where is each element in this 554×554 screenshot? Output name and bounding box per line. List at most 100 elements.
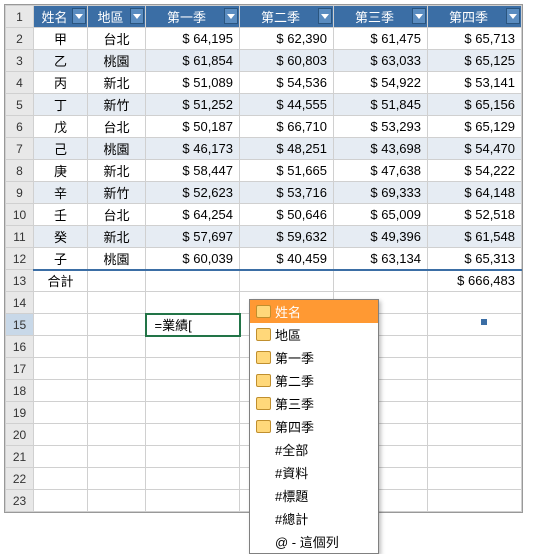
cell[interactable]: [88, 468, 146, 490]
cell-name[interactable]: 丁: [34, 94, 88, 116]
cell-name[interactable]: 甲: [34, 28, 88, 50]
cell-area[interactable]: 新北: [88, 72, 146, 94]
row-header[interactable]: 21: [6, 446, 34, 468]
table-resize-handle-icon[interactable]: [481, 319, 487, 325]
cell-q4[interactable]: $ 65,129: [428, 116, 522, 138]
cell-area[interactable]: 新北: [88, 160, 146, 182]
filter-dropdown-icon[interactable]: [506, 8, 520, 24]
cell[interactable]: [88, 270, 146, 292]
cell-q4[interactable]: $ 61,548: [428, 226, 522, 248]
cell[interactable]: [146, 358, 240, 380]
cell-q4[interactable]: $ 65,156: [428, 94, 522, 116]
ac-item-data[interactable]: #資料: [250, 461, 378, 484]
row-header[interactable]: 3: [6, 50, 34, 72]
cell-q3[interactable]: $ 69,333: [334, 182, 428, 204]
cell-q3[interactable]: $ 43,698: [334, 138, 428, 160]
row-header[interactable]: 17: [6, 358, 34, 380]
ac-item-name[interactable]: 姓名: [250, 300, 378, 323]
row-header[interactable]: 14: [6, 292, 34, 314]
cell-q1[interactable]: $ 52,623: [146, 182, 240, 204]
cell-q2[interactable]: $ 54,536: [240, 72, 334, 94]
cell[interactable]: [88, 380, 146, 402]
cell-q1[interactable]: $ 64,195: [146, 28, 240, 50]
row-header[interactable]: 15: [6, 314, 34, 336]
total-label[interactable]: 合計: [34, 270, 88, 292]
cell-name[interactable]: 己: [34, 138, 88, 160]
cell-q4[interactable]: $ 65,125: [428, 50, 522, 72]
cell[interactable]: [34, 446, 88, 468]
row-header[interactable]: 19: [6, 402, 34, 424]
row-header[interactable]: 22: [6, 468, 34, 490]
cell-q1[interactable]: $ 64,254: [146, 204, 240, 226]
cell[interactable]: [428, 314, 522, 336]
cell-q3[interactable]: $ 51,845: [334, 94, 428, 116]
filter-dropdown-icon[interactable]: [412, 8, 426, 24]
cell-q3[interactable]: $ 63,134: [334, 248, 428, 270]
ac-item-q1[interactable]: 第一季: [250, 346, 378, 369]
cell[interactable]: [428, 490, 522, 512]
cell-q3[interactable]: $ 53,293: [334, 116, 428, 138]
cell[interactable]: [146, 336, 240, 358]
cell-q4[interactable]: $ 54,222: [428, 160, 522, 182]
cell-q3[interactable]: $ 49,396: [334, 226, 428, 248]
cell-name[interactable]: 辛: [34, 182, 88, 204]
cell-q3[interactable]: $ 61,475: [334, 28, 428, 50]
cell[interactable]: [428, 468, 522, 490]
cell-area[interactable]: 台北: [88, 116, 146, 138]
row-header[interactable]: 7: [6, 138, 34, 160]
cell[interactable]: [146, 402, 240, 424]
formula-cell[interactable]: =業績[: [146, 314, 240, 336]
row-header[interactable]: 18: [6, 380, 34, 402]
cell[interactable]: [428, 402, 522, 424]
cell[interactable]: [88, 424, 146, 446]
cell-q2[interactable]: $ 60,803: [240, 50, 334, 72]
cell-q2[interactable]: $ 50,646: [240, 204, 334, 226]
cell[interactable]: [88, 490, 146, 512]
cell-q4[interactable]: $ 54,470: [428, 138, 522, 160]
cell-q4[interactable]: $ 53,141: [428, 72, 522, 94]
cell-q2[interactable]: $ 51,665: [240, 160, 334, 182]
cell-q2[interactable]: $ 66,710: [240, 116, 334, 138]
cell[interactable]: [146, 292, 240, 314]
cell-name[interactable]: 子: [34, 248, 88, 270]
filter-dropdown-icon[interactable]: [224, 8, 238, 24]
cell-area[interactable]: 新竹: [88, 182, 146, 204]
cell[interactable]: [334, 270, 428, 292]
cell-q2[interactable]: $ 44,555: [240, 94, 334, 116]
row-header[interactable]: 16: [6, 336, 34, 358]
total-q4[interactable]: $ 666,483: [428, 270, 522, 292]
cell-q1[interactable]: $ 58,447: [146, 160, 240, 182]
cell[interactable]: [146, 270, 240, 292]
cell[interactable]: [88, 292, 146, 314]
cell-q4[interactable]: $ 52,518: [428, 204, 522, 226]
cell-q2[interactable]: $ 40,459: [240, 248, 334, 270]
col-q3[interactable]: 第三季: [334, 6, 428, 28]
row-header[interactable]: 1: [6, 6, 34, 28]
ac-item-all[interactable]: #全部: [250, 438, 378, 461]
row-header[interactable]: 6: [6, 116, 34, 138]
row-header[interactable]: 20: [6, 424, 34, 446]
cell[interactable]: [34, 468, 88, 490]
col-q4[interactable]: 第四季: [428, 6, 522, 28]
row-header[interactable]: 8: [6, 160, 34, 182]
cell-name[interactable]: 戊: [34, 116, 88, 138]
cell-q1[interactable]: $ 51,089: [146, 72, 240, 94]
cell-area[interactable]: 桃園: [88, 50, 146, 72]
row-header[interactable]: 5: [6, 94, 34, 116]
cell[interactable]: [428, 336, 522, 358]
cell[interactable]: [34, 336, 88, 358]
filter-dropdown-icon[interactable]: [72, 8, 86, 24]
filter-dropdown-icon[interactable]: [318, 8, 332, 24]
cell-q2[interactable]: $ 62,390: [240, 28, 334, 50]
cell-name[interactable]: 丙: [34, 72, 88, 94]
cell[interactable]: [34, 314, 88, 336]
ac-item-area[interactable]: 地區: [250, 323, 378, 346]
cell[interactable]: [34, 424, 88, 446]
cell[interactable]: [428, 380, 522, 402]
cell[interactable]: [428, 446, 522, 468]
cell-q1[interactable]: $ 57,697: [146, 226, 240, 248]
cell[interactable]: [88, 402, 146, 424]
cell-q3[interactable]: $ 47,638: [334, 160, 428, 182]
cell-name[interactable]: 癸: [34, 226, 88, 248]
cell-q4[interactable]: $ 65,713: [428, 28, 522, 50]
